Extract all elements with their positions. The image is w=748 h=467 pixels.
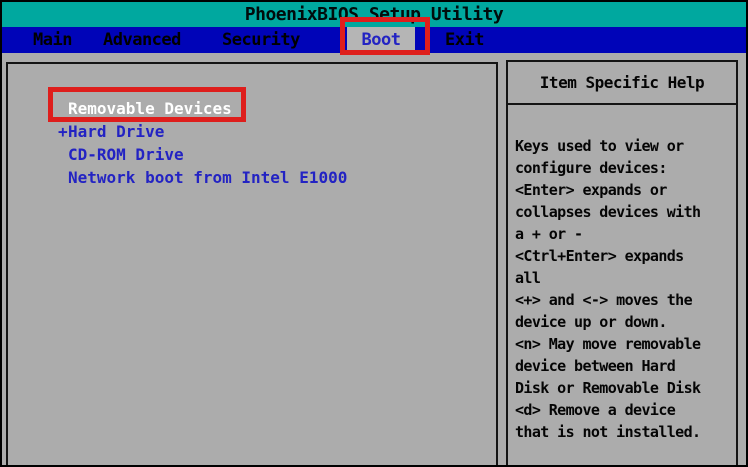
boot-item-cdrom-drive[interactable]: CD-ROM Drive xyxy=(58,143,347,166)
help-line: Disk or Removable Disk xyxy=(515,377,736,399)
help-line: <Enter> expands or xyxy=(515,179,736,201)
expand-indicator xyxy=(58,166,68,189)
help-line: device between Hard xyxy=(515,355,736,377)
expand-indicator: + xyxy=(58,120,68,143)
boot-item-label: Hard Drive xyxy=(68,120,164,143)
boot-item-network-boot[interactable]: Network boot from Intel E1000 xyxy=(58,166,347,189)
help-line: configure devices: xyxy=(515,157,736,179)
help-line: collapses devices with xyxy=(515,201,736,223)
help-line: device up or down. xyxy=(515,311,736,333)
boot-item-hard-drive[interactable]: + Hard Drive xyxy=(58,120,347,143)
help-panel-text: Keys used to view or configure devices: … xyxy=(508,105,736,443)
tab-security[interactable]: Security xyxy=(222,27,300,53)
boot-item-removable-devices[interactable]: Removable Devices xyxy=(58,97,347,120)
help-line: all xyxy=(515,267,736,289)
tab-boot[interactable]: Boot xyxy=(347,27,415,53)
expand-indicator xyxy=(58,97,68,120)
tab-advanced[interactable]: Advanced xyxy=(103,27,181,53)
help-line: <d> Remove a device xyxy=(515,399,736,421)
help-line: that is not installed. xyxy=(515,421,736,443)
menu-bar: Main Advanced Security Boot Exit xyxy=(2,27,746,53)
boot-item-label: Network boot from Intel E1000 xyxy=(68,166,347,189)
boot-item-label: Removable Devices xyxy=(68,97,232,120)
tab-main[interactable]: Main xyxy=(33,27,72,53)
bios-setup-screen: PhoenixBIOS Setup Utility Main Advanced … xyxy=(0,0,748,467)
boot-item-label: CD-ROM Drive xyxy=(68,143,184,166)
help-line: <n> May move removable xyxy=(515,333,736,355)
boot-device-list: Removable Devices + Hard Drive CD-ROM Dr… xyxy=(58,97,347,189)
tab-exit[interactable]: Exit xyxy=(445,27,484,53)
item-specific-help-panel: Item Specific Help Keys used to view or … xyxy=(506,60,738,467)
help-line: Keys used to view or xyxy=(515,135,736,157)
help-panel-title: Item Specific Help xyxy=(508,62,736,105)
help-line: <+> and <-> moves the xyxy=(515,289,736,311)
boot-order-panel: Removable Devices + Hard Drive CD-ROM Dr… xyxy=(6,62,498,467)
help-line: <Ctrl+Enter> expands xyxy=(515,245,736,267)
expand-indicator xyxy=(58,143,68,166)
titlebar: PhoenixBIOS Setup Utility xyxy=(2,2,746,27)
help-line: a + or - xyxy=(515,223,736,245)
app-title: PhoenixBIOS Setup Utility xyxy=(245,4,503,25)
